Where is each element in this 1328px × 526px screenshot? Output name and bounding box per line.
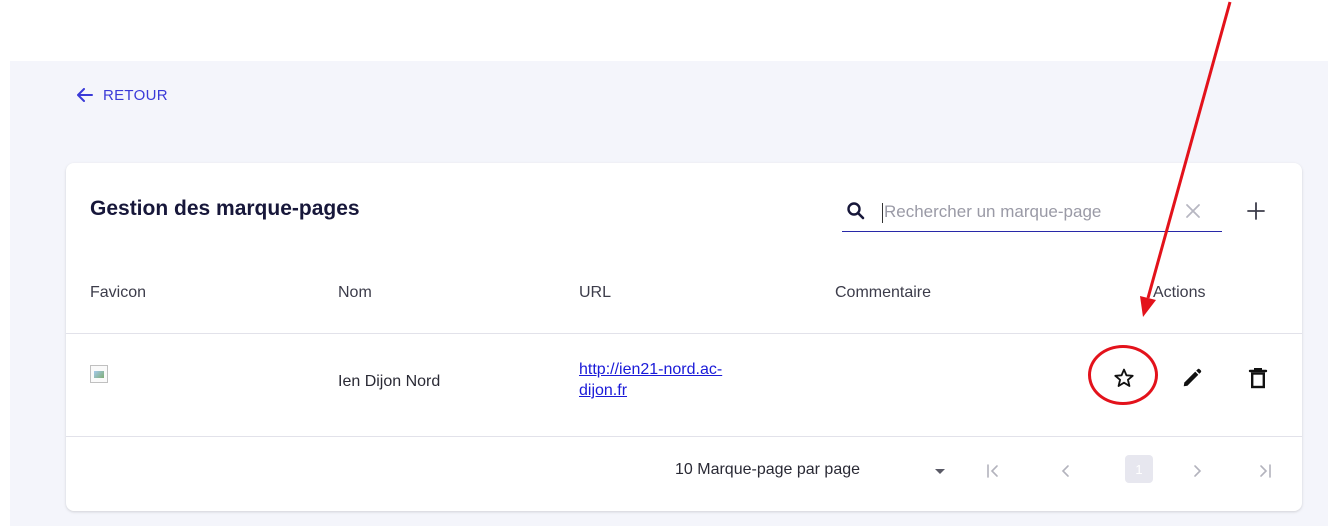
- column-header-url: URL: [579, 284, 612, 301]
- close-icon[interactable]: [1185, 203, 1201, 219]
- trash-icon[interactable]: [1248, 367, 1268, 389]
- column-header-name: Nom: [338, 284, 372, 301]
- bookmark-url-link[interactable]: http://ien21-nord.ac- dijon.fr: [579, 359, 809, 401]
- search-input[interactable]: [884, 199, 1146, 225]
- card-title: Gestion des marque-pages: [90, 197, 360, 220]
- column-header-favicon: Favicon: [90, 284, 147, 301]
- last-page-icon[interactable]: [1258, 464, 1272, 478]
- back-label: RETOUR: [103, 86, 168, 104]
- chevron-right-icon[interactable]: [1193, 464, 1203, 478]
- row-divider: [66, 436, 1302, 437]
- favicon-image: [90, 365, 108, 383]
- header-divider: [66, 333, 1302, 334]
- text-cursor: [882, 203, 883, 223]
- bookmarks-card: Gestion des marque-pages Favicon Nom URL…: [66, 163, 1302, 511]
- url-line-2: dijon.fr: [579, 382, 628, 399]
- search-field[interactable]: [842, 193, 1222, 232]
- url-line-1: http://ien21-nord.ac-: [579, 361, 723, 378]
- bookmark-name: Ien Dijon Nord: [338, 373, 441, 390]
- search-icon: [847, 202, 865, 220]
- caret-down-icon[interactable]: [934, 468, 946, 476]
- pencil-icon[interactable]: [1181, 367, 1203, 389]
- rows-per-page-label: 10 Marque-page par page: [675, 461, 861, 478]
- chevron-left-icon[interactable]: [1060, 464, 1070, 478]
- plus-icon[interactable]: [1246, 201, 1266, 221]
- column-header-comment: Commentaire: [835, 284, 932, 301]
- annotation-highlight-circle: [1088, 345, 1158, 405]
- back-link[interactable]: RETOUR: [77, 84, 168, 106]
- current-page-button[interactable]: 1: [1125, 455, 1153, 483]
- first-page-icon[interactable]: [986, 464, 1000, 478]
- column-header-actions: Actions: [1153, 284, 1206, 301]
- arrow-left-icon: [77, 88, 93, 102]
